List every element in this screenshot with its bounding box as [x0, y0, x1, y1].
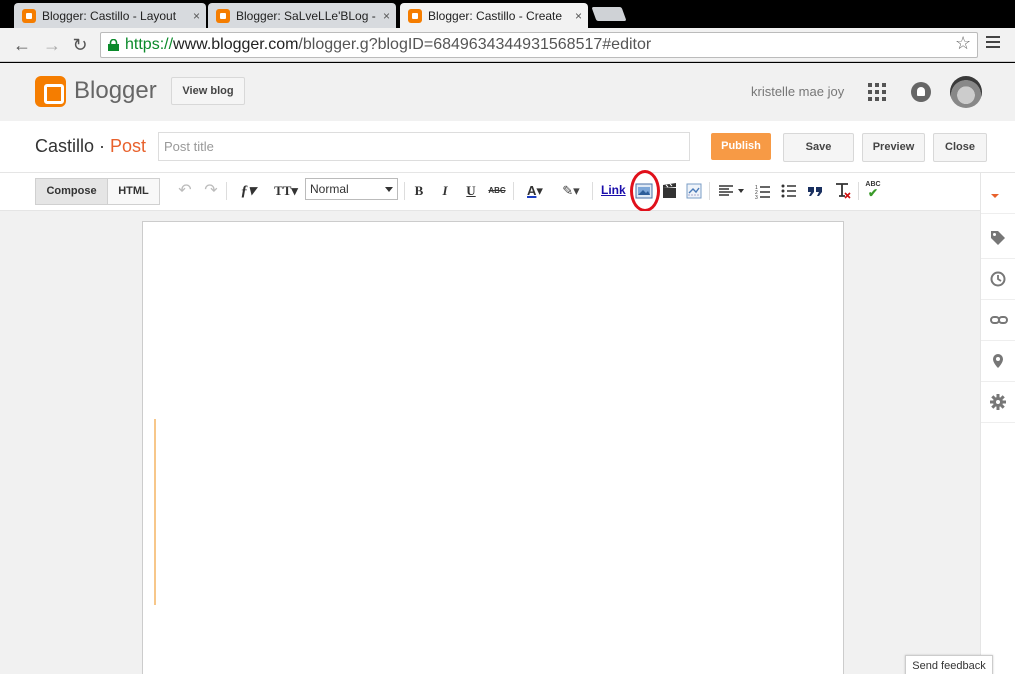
sidebar-item-options[interactable] [981, 382, 1015, 423]
toolbar-divider [592, 182, 593, 200]
bold-button[interactable]: B [411, 181, 427, 201]
editor-toolbar: Compose HTML ↶ ↷ ƒ▾ TT▾ Normal B I U ABC… [0, 173, 980, 211]
label-tag-icon [991, 231, 1005, 245]
toolbar-divider [709, 182, 710, 200]
tab-strip: Blogger: Castillo - Layout × Blogger: Sa… [0, 0, 1015, 28]
send-feedback-button[interactable]: Send feedback [905, 655, 993, 674]
address-bar[interactable]: https://www.blogger.com/blogger.g?blogID… [100, 32, 978, 58]
tab-create[interactable]: Blogger: Castillo - Create × [400, 3, 588, 28]
url-path: /blogger.g?blogID=6849634344931568517#ed… [298, 36, 652, 53]
blog-breadcrumb: Castillo · Post [35, 136, 146, 157]
underline-button[interactable]: U [463, 181, 479, 201]
editor-area [0, 211, 980, 674]
bookmark-star-icon[interactable]: ☆ [955, 33, 971, 54]
navigation-bar: ← → ↻ https://www.blogger.com/blogger.g?… [0, 28, 1015, 62]
back-icon[interactable]: ← [11, 34, 33, 56]
toolbar-divider [858, 182, 859, 200]
alignment-icon[interactable] [718, 184, 746, 198]
tab-label: Blogger: Castillo - Create [428, 8, 563, 23]
preview-button[interactable]: Preview [862, 133, 925, 162]
numbered-list-icon[interactable]: 1 2 3 [755, 183, 771, 199]
html-tab[interactable]: HTML [107, 178, 160, 205]
publish-button[interactable]: Publish [711, 133, 771, 160]
sidebar-item-schedule[interactable] [981, 259, 1015, 300]
toolbar-divider [513, 182, 514, 200]
text-color-icon[interactable]: A▾ [520, 181, 550, 201]
expand-arrow-icon [991, 194, 999, 198]
paragraph-format-select[interactable]: Normal [305, 178, 398, 200]
redo-icon[interactable]: ↷ [202, 181, 220, 201]
quote-icon[interactable] [807, 183, 823, 199]
blogger-favicon-icon [22, 8, 36, 23]
toolbar-divider [226, 182, 227, 200]
post-settings-toggle[interactable] [981, 173, 1015, 214]
post-settings-sidebar [980, 173, 1015, 674]
toolbar-divider [404, 182, 405, 200]
breadcrumb-separator: · [94, 136, 111, 156]
user-name[interactable]: kristelle mae joy [751, 84, 844, 99]
browser-menu-icon[interactable] [986, 36, 1000, 50]
close-button[interactable]: Close [933, 133, 987, 162]
spell-check-button[interactable]: ABC ✔ [864, 181, 882, 201]
font-family-icon[interactable]: ƒ▾ [233, 181, 263, 201]
strikethrough-button[interactable]: ABC [486, 181, 508, 201]
reload-icon[interactable]: ↻ [69, 34, 91, 56]
highlight-color-icon[interactable]: ✎▾ [556, 181, 586, 201]
notification-bell-icon[interactable] [911, 82, 931, 102]
text-cursor [154, 419, 156, 605]
post-title-row: Castillo · Post Post title Publish Save … [0, 121, 1015, 173]
blogger-favicon-icon [408, 8, 422, 23]
close-icon[interactable]: × [383, 9, 390, 23]
tab-label: Blogger: SaLveLLe'BLog - [236, 8, 376, 23]
sidebar-item-labels[interactable] [981, 218, 1015, 259]
insert-video-icon[interactable] [662, 183, 678, 199]
new-tab-button[interactable] [591, 7, 627, 21]
post-body-editor[interactable] [142, 221, 844, 674]
highlight-circle [630, 170, 660, 212]
sidebar-item-location[interactable] [981, 341, 1015, 382]
browser-window: Blogger: Castillo - Layout × Blogger: Sa… [0, 0, 1015, 674]
clock-icon [990, 271, 1006, 287]
view-blog-button[interactable]: View blog [171, 77, 245, 105]
location-pin-icon [993, 354, 1003, 368]
blogger-favicon-icon [216, 8, 230, 23]
section-label: Post [110, 136, 147, 156]
svg-text:3: 3 [755, 195, 758, 199]
remove-formatting-icon[interactable] [834, 182, 852, 200]
avatar[interactable] [950, 76, 982, 108]
link-icon [990, 316, 1008, 324]
apps-grid-icon[interactable] [868, 83, 886, 101]
blog-name[interactable]: Castillo [35, 136, 94, 156]
url-domain: www.blogger.com [173, 36, 299, 53]
undo-icon[interactable]: ↶ [176, 181, 194, 201]
sidebar-item-permalink[interactable] [981, 300, 1015, 341]
tab-layout[interactable]: Blogger: Castillo - Layout × [14, 3, 206, 28]
insert-jump-break-icon[interactable] [686, 183, 702, 199]
brand-name[interactable]: Blogger [74, 77, 157, 105]
compose-tab[interactable]: Compose [35, 178, 108, 205]
url-scheme: https:// [125, 36, 174, 53]
lock-icon [108, 39, 119, 51]
tab-label: Blogger: Castillo - Layout [42, 8, 177, 23]
forward-icon[interactable]: → [41, 34, 63, 56]
gear-icon [990, 394, 1006, 410]
post-title-input[interactable]: Post title [158, 132, 690, 161]
bulleted-list-icon[interactable] [781, 183, 797, 199]
blogger-logo-icon[interactable] [35, 76, 66, 107]
font-size-icon[interactable]: TT▾ [270, 181, 302, 201]
close-icon[interactable]: × [575, 9, 582, 23]
close-icon[interactable]: × [193, 9, 200, 23]
tab-salvelle[interactable]: Blogger: SaLveLLe'BLog - × [208, 3, 396, 28]
save-button[interactable]: Save [783, 133, 854, 162]
italic-button[interactable]: I [437, 181, 453, 201]
blogger-header: Blogger View blog kristelle mae joy [0, 63, 1015, 121]
insert-link-button[interactable]: Link [601, 183, 626, 197]
